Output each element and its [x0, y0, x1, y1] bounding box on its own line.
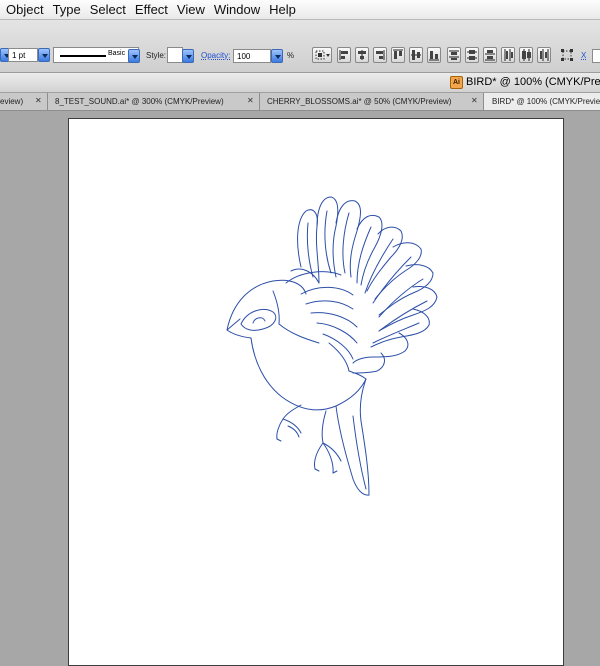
menu-select[interactable]: Select — [90, 0, 135, 19]
menu-effect[interactable]: Effect — [135, 0, 177, 19]
distribute-top-icon[interactable] — [447, 47, 461, 63]
tab-label: BIRD* @ 100% (CMYK/Preview) — [492, 97, 600, 106]
style-label: Style: — [146, 51, 167, 60]
align-vcenter-icon[interactable] — [409, 47, 423, 63]
tab-close-icon[interactable]: ✕ — [471, 97, 479, 105]
stroke-weight-field[interactable]: 1 pt — [8, 48, 38, 62]
tab-partial-document[interactable]: eview) ✕ — [0, 93, 48, 110]
tab-bird-active[interactable]: BIRD* @ 100% (CMYK/Preview) — [484, 93, 600, 110]
stroke-weight-dropdown[interactable] — [38, 48, 50, 62]
opacity-percent: % — [287, 51, 295, 60]
align-to-selection-icon[interactable] — [312, 47, 332, 63]
opacity-field[interactable]: 100 — [233, 49, 271, 63]
menu-object[interactable]: Object — [0, 0, 53, 19]
align-left-icon[interactable] — [337, 47, 351, 63]
transform-icon[interactable] — [560, 47, 574, 63]
x-coordinate-field[interactable] — [592, 49, 600, 63]
menu-bar: Object Type Select Effect View Window He… — [0, 0, 600, 20]
tab-label: eview) — [0, 97, 24, 106]
style-dropdown[interactable] — [182, 49, 194, 63]
distribute-left-icon[interactable] — [501, 47, 515, 63]
x-coordinate-link[interactable]: X — [581, 51, 586, 67]
tab-close-icon[interactable]: ✕ — [35, 97, 43, 105]
distribute-hcenter-icon[interactable] — [519, 47, 533, 63]
document-tabs: eview) ✕ 8_TEST_SOUND.ai* @ 300% (CMYK/P… — [0, 93, 600, 111]
stroke-profile-dropdown[interactable] — [128, 49, 140, 63]
style-swatch[interactable] — [167, 47, 183, 63]
distribute-vcenter-icon[interactable] — [465, 47, 479, 63]
stroke-profile-label: Basic — [108, 50, 126, 57]
document-title: BIRD* @ 100% (CMYK/Previ — [466, 76, 600, 88]
menu-help[interactable]: Help — [269, 0, 305, 19]
opacity-link[interactable]: Opacity: — [201, 51, 230, 67]
menu-view[interactable]: View — [177, 0, 214, 19]
tab-label: 8_TEST_SOUND.ai* @ 300% (CMYK/Preview) — [55, 97, 224, 106]
align-hcenter-icon[interactable] — [355, 47, 369, 63]
tab-label: CHERRY_BLOSSOMS.ai* @ 50% (CMYK/Preview) — [267, 97, 452, 106]
control-bar: 1 pt Basic Style: Opacity: 100 % X — [0, 20, 600, 73]
distribute-right-icon[interactable] — [537, 47, 551, 63]
artboard[interactable] — [68, 118, 564, 666]
align-right-icon[interactable] — [373, 47, 387, 63]
menu-window[interactable]: Window — [214, 0, 269, 19]
tab-cherry-blossoms[interactable]: CHERRY_BLOSSOMS.ai* @ 50% (CMYK/Preview)… — [260, 93, 484, 110]
menu-type[interactable]: Type — [53, 0, 90, 19]
tab-8-test-sound[interactable]: 8_TEST_SOUND.ai* @ 300% (CMYK/Preview) ✕ — [48, 93, 260, 110]
align-bottom-icon[interactable] — [427, 47, 441, 63]
illustrator-file-icon: Ai — [450, 76, 463, 89]
align-top-icon[interactable] — [391, 47, 405, 63]
opacity-dropdown[interactable] — [271, 49, 283, 63]
tab-close-icon[interactable]: ✕ — [247, 97, 255, 105]
stroke-profile-preview — [60, 55, 106, 57]
bird-outline-artwork[interactable] — [69, 119, 563, 665]
distribute-bottom-icon[interactable] — [483, 47, 497, 63]
stroke-profile-select[interactable]: Basic — [53, 47, 139, 63]
